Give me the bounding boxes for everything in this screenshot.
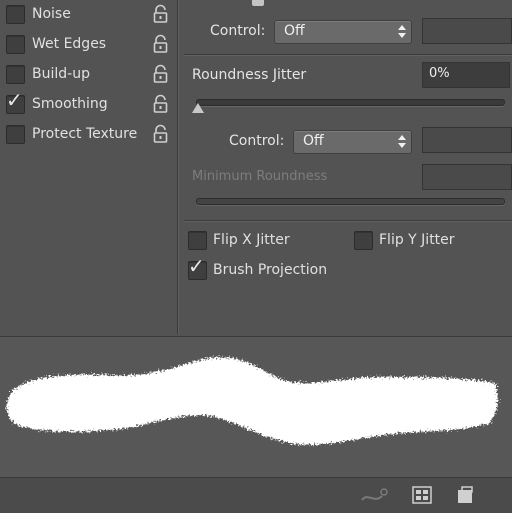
flip-y-checkbox[interactable] [354,231,373,250]
smoothing-label: Smoothing [32,96,108,112]
wet-edges-label: Wet Edges [32,36,107,52]
checkmark-icon: ✓ [188,254,205,278]
option-wet-edges[interactable]: Wet Edges [0,31,177,59]
brush-options-list: Noise Wet Edges Build-up ✓ Smoothing Pro… [0,0,177,334]
roundness-jitter-value: 0% [429,66,450,81]
protect-texture-label: Protect Texture [32,126,138,142]
wet-edges-checkbox[interactable] [6,35,25,54]
minimum-roundness-field [422,164,512,190]
minimum-roundness-label: Minimum Roundness [192,169,328,184]
lock-icon[interactable] [152,4,169,24]
roundness-jitter-slider[interactable] [196,99,505,106]
noise-label: Noise [32,6,71,22]
option-build-up[interactable]: Build-up [0,61,177,89]
flip-y-label: Flip Y Jitter [379,232,455,248]
lock-icon[interactable] [152,94,169,114]
roundness-control-field [422,127,512,153]
option-noise[interactable]: Noise [0,1,177,29]
select-arrows-icon [398,135,406,148]
lock-icon[interactable] [152,64,169,84]
protect-texture-checkbox[interactable] [6,125,25,144]
control-label: Control: [210,23,266,39]
lock-icon[interactable] [152,124,169,144]
noise-checkbox[interactable] [6,5,25,24]
option-smoothing[interactable]: ✓ Smoothing [0,90,177,119]
roundness-control-select[interactable]: Off [293,130,412,154]
roundness-jitter-field[interactable]: 0% [422,62,510,88]
checkmark-icon: ✓ [6,88,23,112]
brush-projection-checkbox[interactable]: ✓ [188,256,207,280]
flip-x-option[interactable]: Flip X Jitter [179,228,339,254]
angle-control-value: Off [284,23,305,39]
angle-slider-thumb[interactable] [252,0,264,6]
flip-x-checkbox[interactable] [188,231,207,250]
flip-y-option[interactable]: Flip Y Jitter [345,228,505,254]
shape-dynamics-panel: Control: Off Roundness Jitter 0% Control… [179,0,512,334]
new-preset-icon[interactable] [455,486,475,504]
angle-control-select[interactable]: Off [274,20,412,44]
minimum-roundness-slider [196,198,505,205]
smoothing-checkbox[interactable]: ✓ [6,90,25,114]
brush-stroke-icon [6,357,498,445]
roundness-jitter-slider-thumb[interactable] [192,103,204,113]
bottom-toolbar [0,477,512,513]
select-arrows-icon [398,25,406,38]
divider-highlight [184,221,512,222]
brush-projection-option[interactable]: ✓ Brush Projection [179,256,379,284]
grid-panel-icon[interactable] [412,486,432,504]
brush-projection-label: Brush Projection [213,262,328,278]
build-up-checkbox[interactable] [6,65,25,84]
brush-stroke-preview [0,336,512,477]
flip-x-label: Flip X Jitter [213,232,290,248]
brush-preview-toggle-icon[interactable] [360,486,390,506]
divider-highlight [184,55,512,56]
angle-control-field [422,18,512,44]
control-label: Control: [229,133,285,149]
build-up-label: Build-up [32,66,90,82]
lock-icon[interactable] [152,34,169,54]
roundness-jitter-label: Roundness Jitter [192,67,307,83]
option-protect-texture[interactable]: Protect Texture [0,121,177,149]
roundness-control-value: Off [303,133,324,149]
